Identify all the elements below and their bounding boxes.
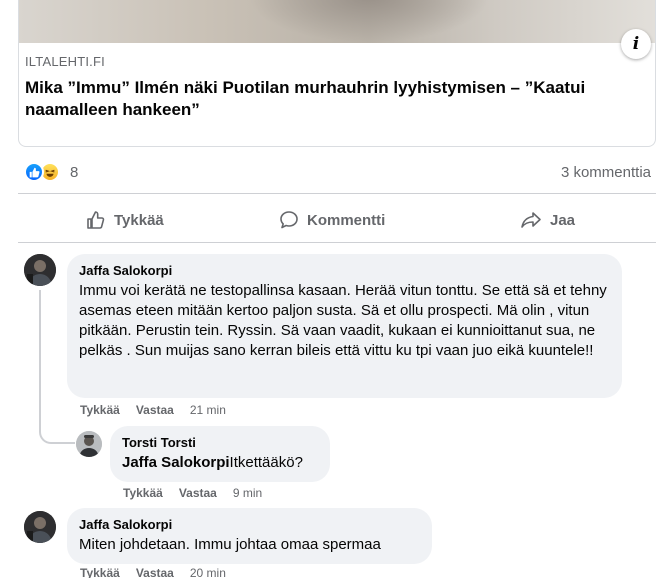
- comment-author[interactable]: Jaffa Salokorpi: [79, 262, 610, 279]
- comment-like-link[interactable]: Tykkää: [80, 403, 120, 417]
- comment-button[interactable]: Kommentti: [279, 205, 385, 235]
- link-domain: ILTALEHTI.FI: [25, 54, 105, 69]
- divider: [18, 242, 656, 243]
- comment-time[interactable]: 9 min: [233, 486, 262, 500]
- like-button[interactable]: Tykkää: [86, 205, 164, 235]
- link-preview-card[interactable]: i ILTALEHTI.FI Mika ”Immu” Ilmén näki Pu…: [18, 0, 656, 147]
- reactions-summary[interactable]: 8: [24, 162, 78, 182]
- comment-time[interactable]: 20 min: [190, 566, 226, 578]
- comment-reply-link[interactable]: Vastaa: [136, 403, 174, 417]
- link-title[interactable]: Mika ”Immu” Ilmén näki Puotilan murhauhr…: [25, 77, 640, 121]
- comment-icon: [280, 211, 298, 229]
- comment-author[interactable]: Torsti Torsti: [122, 434, 318, 451]
- link-preview-image[interactable]: [19, 0, 655, 43]
- share-label: Jaa: [550, 211, 576, 229]
- share-button[interactable]: Jaa: [520, 205, 575, 235]
- mention-link[interactable]: Jaffa Salokorpi: [122, 454, 230, 471]
- avatar[interactable]: [24, 511, 56, 543]
- comment-bubble: Torsti Torsti Jaffa SalokorpiItkettääkö?: [110, 426, 330, 482]
- comment-count-link[interactable]: 3 kommenttia: [561, 164, 651, 181]
- comment-like-link[interactable]: Tykkää: [80, 566, 120, 578]
- share-icon: [521, 212, 541, 228]
- comment-meta: Tykkää Vastaa 21 min: [80, 403, 242, 417]
- reaction-count: 8: [70, 163, 79, 181]
- thread-line: [39, 290, 41, 396]
- thread-line: [39, 396, 75, 444]
- comment-meta: Tykkää Vastaa 9 min: [123, 486, 278, 500]
- avatar[interactable]: [76, 431, 102, 457]
- comment-reply-link[interactable]: Vastaa: [179, 486, 217, 500]
- info-icon[interactable]: i: [621, 29, 651, 59]
- comment-text: Miten johdetaan. Immu johtaa omaa sperma…: [79, 536, 381, 553]
- comment-label: Kommentti: [307, 211, 386, 229]
- avatar[interactable]: [24, 254, 56, 286]
- comment-text: Jaffa SalokorpiItkettääkö?: [122, 453, 318, 473]
- comment-bubble: Jaffa Salokorpi Miten johdetaan. Immu jo…: [67, 508, 432, 564]
- comment-time[interactable]: 21 min: [190, 403, 226, 417]
- comment-like-link[interactable]: Tykkää: [123, 486, 163, 500]
- thumbs-up-icon: [87, 211, 105, 229]
- comment-author[interactable]: Jaffa Salokorpi: [79, 516, 420, 533]
- reply-text: Itkettääkö?: [229, 454, 303, 471]
- comment-bubble: Jaffa Salokorpi Immu voi kerätä ne testo…: [67, 254, 622, 398]
- divider: [18, 193, 656, 194]
- comment-meta: Tykkää Vastaa 20 min: [80, 566, 242, 578]
- like-icon: [24, 162, 44, 182]
- comment-reply-link[interactable]: Vastaa: [136, 566, 174, 578]
- like-label: Tykkää: [114, 211, 164, 229]
- comment-text: Immu voi kerätä ne testopallinsa kasaan.…: [79, 282, 607, 359]
